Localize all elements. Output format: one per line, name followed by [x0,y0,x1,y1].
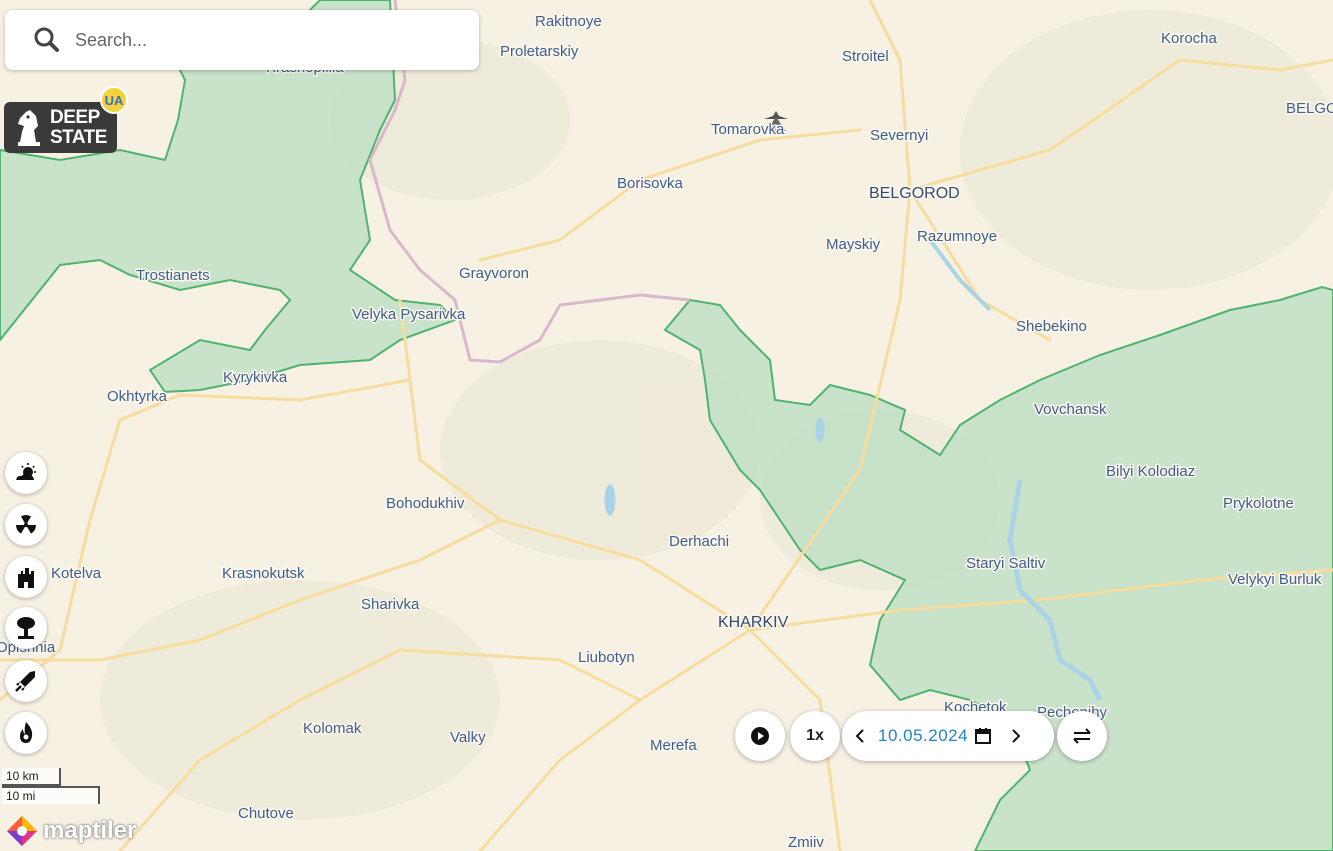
place-label-zmiiv: Zmiiv [788,834,824,851]
place-label-belgorod: BELGOROD [869,185,960,202]
maptiler-logo-icon [7,816,37,846]
place-label-shebekino: Shebekino [1016,318,1087,335]
maptiler-attribution[interactable]: maptiler [5,813,136,849]
chevron-right-icon[interactable] [1006,726,1026,746]
fire-button[interactable] [5,712,47,754]
place-label-krasnokutsk: Krasnokutsk [222,565,305,582]
radiation-button[interactable] [5,504,47,546]
place-label-borisovka: Borisovka [617,175,684,192]
radiation-icon [16,515,36,534]
place-label-grayvoron: Grayvoron [459,265,529,282]
chess-knight-icon [18,109,40,146]
place-label-razumnoye: Razumnoye [917,228,997,245]
maptiler-text: maptiler [43,817,137,844]
place-label-okhtyrka: Okhtyrka [107,388,168,405]
place-label-tomarovka: Tomarovka [711,121,785,138]
place-label-chutove: Chutove [238,805,294,822]
play-button[interactable] [735,711,785,761]
scale-bar-mi: 10 mi [2,786,100,804]
place-label-mayskiy: Mayskiy [826,236,881,253]
place-label-velykyi-burluk: Velykyi Burluk [1228,571,1322,588]
scale-bar-km: 10 km [2,768,61,786]
place-label-kharkiv: KHARKIV [718,614,789,631]
weather-icon [16,463,36,480]
place-label-kyrykivka: Kyrykivka [223,369,288,386]
place-label-severnyi: Severnyi [870,127,928,144]
current-date[interactable]: 10.05.2024 [878,726,974,746]
place-label-proletarskiy: Proletarskiy [500,43,579,60]
place-label-korocha: Korocha [1161,30,1218,47]
place-label-vovchansk: Vovchansk [1034,401,1107,418]
place-label-bilyi-kolodiaz: Bilyi Kolodiaz [1106,463,1195,480]
place-label-rakitnoye: Rakitnoye [535,13,602,30]
calendar-icon[interactable] [974,727,992,745]
place-label-kotelva: Kotelva [51,565,102,582]
place-label-kolomak: Kolomak [303,720,362,737]
place-label-belgo: BELGO [1286,100,1333,117]
explosion-button[interactable] [5,607,47,649]
weather-button[interactable] [5,452,47,494]
fire-icon [20,722,33,743]
explosion-icon [17,617,35,639]
place-label-derhachi: Derhachi [669,533,729,550]
logo-text: DEEP STATE [50,106,107,148]
place-label-bohodukhiv: Bohodukhiv [386,495,465,512]
missile-button[interactable] [5,660,47,702]
place-label-stroitel: Stroitel [842,48,889,65]
missile-icon [15,671,35,692]
ua-badge[interactable]: UA [100,86,128,114]
fortification-icon [18,568,34,588]
deepstate-logo[interactable]: DEEP STATE UA [4,86,128,153]
place-label-velyka-pysarivka: Velyka Pysarivka [352,306,466,323]
place-label-valky: Valky [450,729,486,746]
chevron-left-icon[interactable] [850,726,870,746]
map-canvas[interactable]: Rakitnoye Proletarskiy Stroitel Korocha Kras… [0,0,1333,851]
place-label-trostianets: Trostianets [136,267,210,284]
place-label-liubotyn: Liubotyn [578,649,635,666]
search-icon[interactable] [33,26,61,54]
compare-button[interactable] [1057,711,1107,761]
search-bar [5,10,479,70]
swap-arrows-icon [1073,728,1091,744]
play-icon [751,727,769,745]
place-label-merefa: Merefa [650,737,697,754]
speed-button[interactable]: 1x [790,711,840,761]
search-input[interactable] [73,28,457,52]
place-label-sharivka: Sharivka [361,596,420,613]
place-label-prykolotne: Prykolotne [1223,495,1294,512]
date-selector: 10.05.2024 [842,711,1054,761]
place-label-staryi-saltiv: Staryi Saltiv [966,555,1046,572]
fortification-button[interactable] [5,556,47,598]
